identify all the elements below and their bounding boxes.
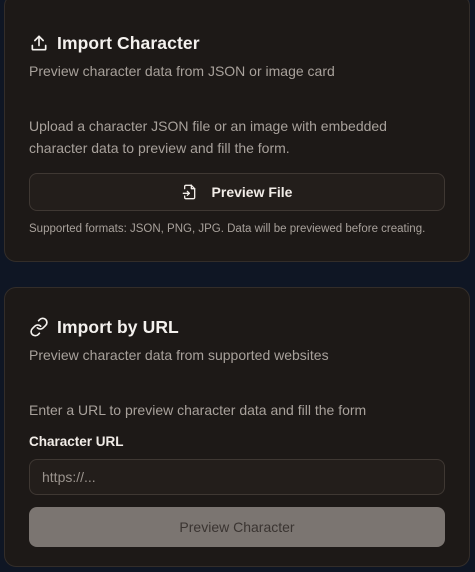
character-url-input[interactable]: [29, 459, 445, 495]
import-url-description: Enter a URL to preview character data an…: [29, 402, 367, 418]
preview-character-button[interactable]: Preview Character: [29, 507, 445, 547]
preview-file-button[interactable]: Preview File: [29, 173, 445, 211]
import-character-header: Import Character: [29, 31, 445, 55]
import-character-description: Upload a character JSON file or an image…: [29, 118, 387, 156]
import-character-card: Import Character Preview character data …: [4, 0, 470, 262]
file-import-icon: [182, 184, 198, 200]
link-icon: [29, 317, 49, 337]
character-url-label: Character URL: [29, 434, 124, 449]
import-url-subtitle: Preview character data from supported we…: [29, 347, 329, 363]
import-character-title: Import Character: [57, 32, 200, 53]
import-url-header: Import by URL: [29, 315, 445, 339]
supported-formats-hint: Supported formats: JSON, PNG, JPG. Data …: [29, 223, 426, 235]
import-character-subtitle: Preview character data from JSON or imag…: [29, 63, 335, 79]
import-url-card: Import by URL Preview character data fro…: [4, 287, 470, 567]
import-url-title: Import by URL: [57, 316, 179, 337]
upload-icon: [29, 33, 49, 53]
preview-file-label: Preview File: [211, 184, 293, 200]
